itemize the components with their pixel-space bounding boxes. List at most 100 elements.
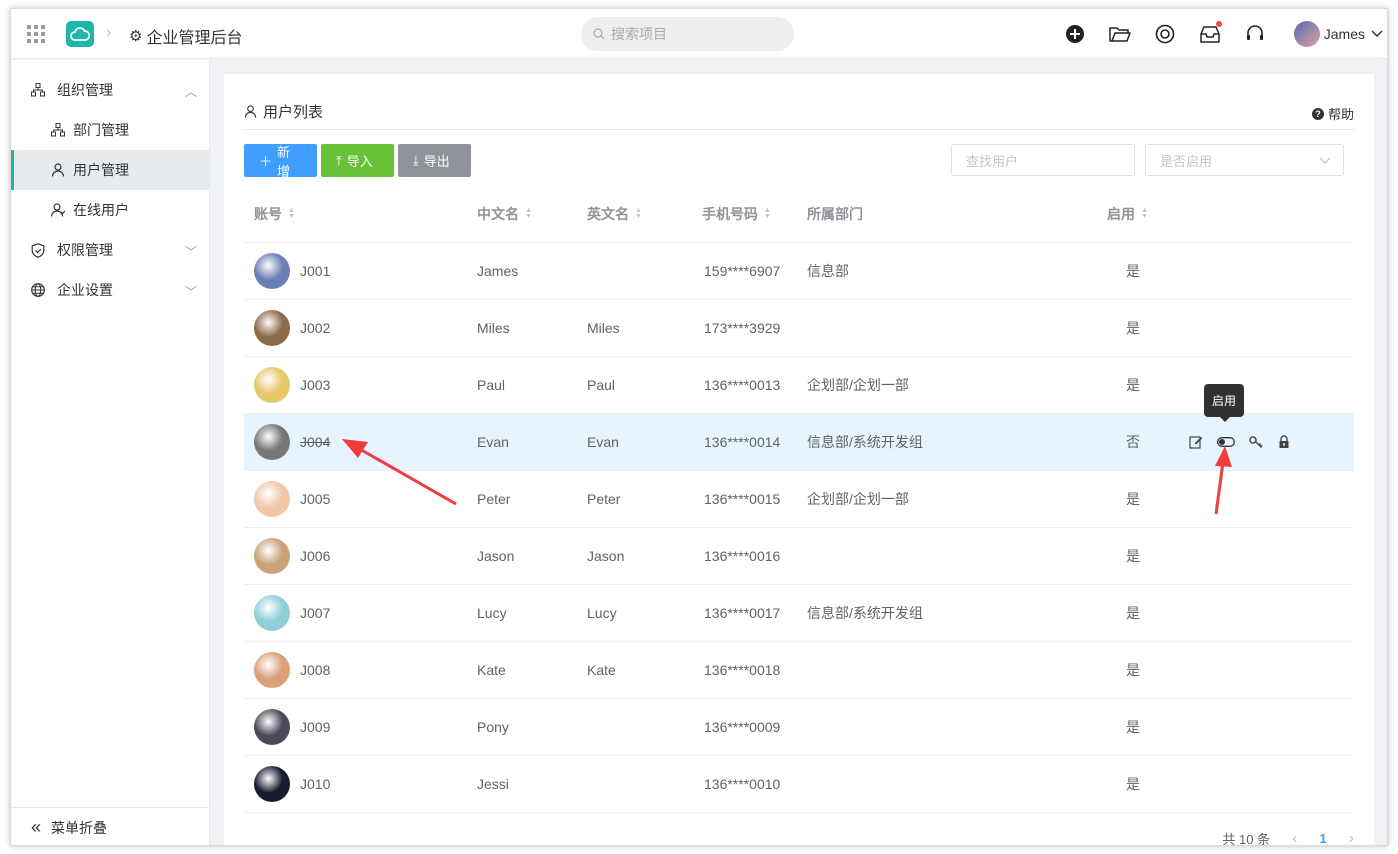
menu-collapse-button[interactable]: « 菜单折叠 (11, 807, 209, 845)
double-chevron-left-icon: « (31, 817, 42, 837)
table-row[interactable]: J001 James 159****6907 信息部 是 (244, 243, 1354, 300)
sidebar-group-label: 组织管理 (57, 82, 113, 98)
cell-phone: 136****0015 (704, 491, 781, 507)
cell-enabled: 是 (1126, 548, 1140, 564)
breadcrumb-chevron-icon: › (106, 24, 112, 41)
sort-icon[interactable]: ▲ ▼ (1141, 207, 1148, 220)
table-row[interactable]: J003 Paul Paul 136****0013 企划部/企划一部 是 (244, 357, 1354, 414)
app-grid-icon[interactable] (27, 25, 45, 43)
help-icon: ? (1311, 107, 1324, 120)
column-header-label: 中文名 (477, 206, 519, 222)
import-button[interactable]: ⤒ 导入 (321, 144, 394, 177)
plus-circle-icon[interactable] (1063, 22, 1087, 46)
sort-icon[interactable]: ▲ ▼ (288, 207, 295, 220)
next-page-icon[interactable]: › (1349, 830, 1354, 846)
cell-account: J001 (254, 243, 330, 299)
table-row[interactable]: J006 Jason Jason 136****0016 是 (244, 528, 1354, 585)
cell-cn-name: Paul (477, 377, 506, 393)
avatar (254, 481, 290, 517)
column-header-account[interactable]: 账号 ▲ ▼ (254, 204, 295, 224)
search-placeholder: 搜索项目 (611, 26, 667, 42)
column-header-cn-name[interactable]: 中文名 ▲ ▼ (477, 204, 532, 224)
page-title: 用户列表 (244, 101, 323, 122)
user-search-placeholder: 查找用户 (966, 153, 1019, 169)
sidebar-item-users[interactable]: 用户管理 (11, 150, 209, 190)
sidebar-item-online-users[interactable]: 在线用户 (11, 190, 209, 230)
help-link[interactable]: ? 帮助 (1311, 104, 1354, 123)
headset-icon[interactable] (1243, 22, 1267, 46)
table-row[interactable]: J004 Evan Evan 136****0014 信息部/系统开发组 否 (244, 414, 1354, 471)
account-text: J004 (300, 434, 331, 450)
add-button[interactable]: ＋ 新增 (244, 144, 317, 179)
user-online-icon (51, 203, 67, 217)
cell-account: J002 (254, 300, 330, 356)
avatar (254, 652, 290, 688)
chevron-down-icon: ﹀ (184, 285, 197, 299)
table-row[interactable]: J005 Peter Peter 136****0015 企划部/企划一部 是 (244, 471, 1354, 528)
column-header-en-name[interactable]: 英文名 ▲ ▼ (587, 204, 642, 224)
page-number-current[interactable]: 1 (1319, 831, 1326, 845)
inbox-icon[interactable] (1198, 21, 1222, 46)
table-row[interactable]: J009 Pony 136****0009 是 (244, 699, 1354, 756)
sort-icon[interactable]: ▲ ▼ (764, 207, 771, 220)
cell-cn-name: Lucy (477, 605, 507, 621)
sort-icon[interactable]: ▲ ▼ (525, 207, 532, 220)
app-window: › ⚙ 企业管理后台 搜索项目 James 组织管理 ︿ 部门管理 用户管理 在… (10, 8, 1388, 846)
cell-phone: 173****3929 (704, 320, 781, 336)
cell-cn-name: Evan (477, 434, 509, 450)
chevron-down-icon (1371, 30, 1383, 38)
pagination: 共 10 条 ‹ 1 › (1222, 829, 1354, 846)
cell-account: J007 (254, 585, 330, 641)
sidebar-item-label: 部门管理 (73, 122, 129, 138)
cell-cn-name: Jason (477, 548, 515, 564)
toggle-icon[interactable] (1217, 435, 1235, 449)
cell-cn-name: James (477, 263, 519, 279)
folder-open-icon[interactable] (1108, 22, 1132, 46)
cell-enabled: 是 (1126, 605, 1140, 621)
sidebar-group-permissions[interactable]: 权限管理 ﹀ (11, 230, 209, 270)
sort-icon[interactable]: ▲ ▼ (635, 207, 642, 220)
gear-icon: ⚙ (129, 28, 143, 45)
account-text: J003 (300, 377, 331, 393)
main-panel: 用户列表 ? 帮助 ＋ 新增 ⤒ 导入 ⤓ 导出 查找用户 是否启用 账号 ▲ … (224, 74, 1374, 846)
cell-enabled: 是 (1126, 719, 1140, 735)
cell-dept: 信息部/系统开发组 (807, 434, 923, 450)
cell-account: J006 (254, 528, 330, 584)
edit-icon[interactable] (1189, 435, 1203, 449)
column-header-enabled[interactable]: 启用 ▲ ▼ (1107, 204, 1148, 224)
key-icon[interactable] (1249, 435, 1263, 449)
cloud-logo-icon[interactable] (66, 21, 94, 47)
table-body: J001 James 159****6907 信息部是 J002 Miles Miles 17… (244, 243, 1354, 813)
avatar (254, 253, 290, 289)
avatar (254, 310, 290, 346)
account-text: J008 (300, 662, 331, 678)
export-button[interactable]: ⤓ 导出 (398, 144, 471, 177)
cell-en-name: Jason (587, 548, 625, 564)
sidebar-group-settings[interactable]: 企业设置 ﹀ (11, 270, 209, 310)
cell-account: J004 (254, 414, 330, 470)
cell-dept: 企划部/企划一部 (807, 491, 909, 507)
cell-en-name: Peter (587, 491, 621, 507)
lock-icon[interactable] (1277, 435, 1291, 449)
table-row[interactable]: J010 Jessi 136****0010 是 (244, 756, 1354, 813)
user-search-input[interactable]: 查找用户 (951, 144, 1135, 176)
cell-account: J010 (254, 756, 330, 812)
enabled-filter-select[interactable]: 是否启用 (1145, 144, 1344, 176)
avatar (1293, 21, 1320, 47)
user-menu[interactable]: James (1293, 21, 1383, 47)
header-search-input[interactable]: 搜索项目 (581, 17, 794, 51)
avatar (254, 538, 290, 574)
lifebuoy-icon[interactable] (1153, 22, 1177, 46)
table-row[interactable]: J008 Kate Kate 136****0018 是 (244, 642, 1354, 699)
sidebar-item-dept[interactable]: 部门管理 (11, 110, 209, 150)
sidebar-group-org[interactable]: 组织管理 ︿ (11, 70, 209, 110)
column-header-phone[interactable]: 手机号码 ▲ ▼ (702, 204, 771, 224)
table-row[interactable]: J002 Miles Miles 173****3929 是 (244, 300, 1354, 357)
globe-icon (31, 283, 47, 297)
org-icon (31, 83, 47, 97)
cell-dept: 信息部/系统开发组 (807, 605, 923, 621)
table-row[interactable]: J007 Lucy Lucy 136****0017 信息部/系统开发组 是 (244, 585, 1354, 642)
toolbar: ＋ 新增 ⤒ 导入 ⤓ 导出 (244, 144, 471, 179)
prev-page-icon[interactable]: ‹ (1292, 830, 1297, 846)
cell-cn-name: Pony (477, 719, 509, 735)
